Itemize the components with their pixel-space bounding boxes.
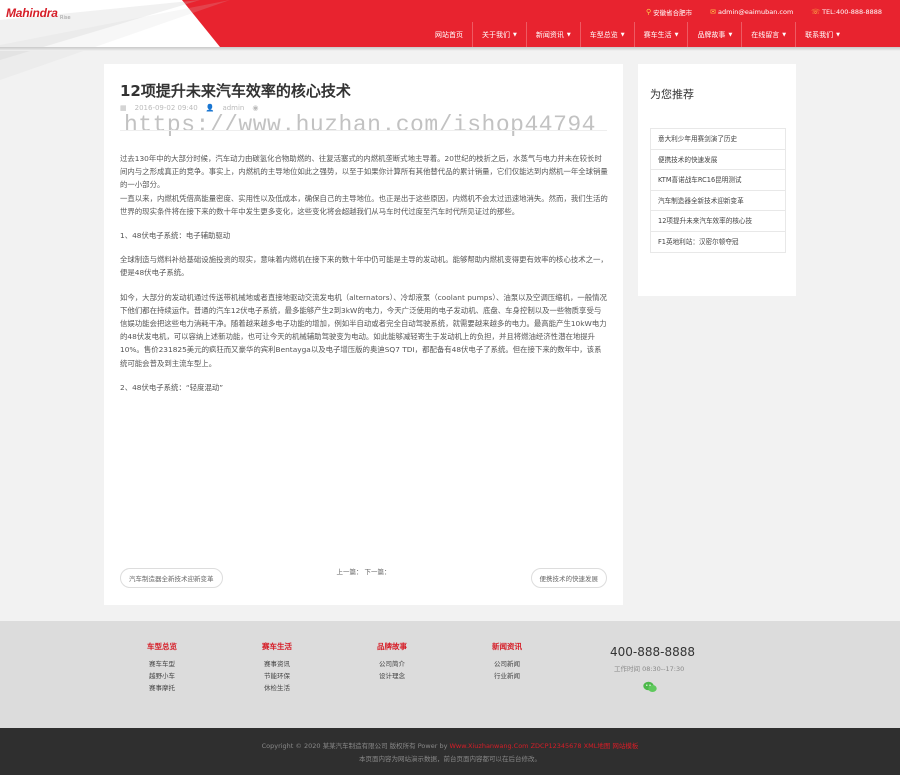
nav-about[interactable]: 关于我们 ▼	[472, 22, 526, 47]
nav-label: 新闻资讯	[535, 30, 564, 39]
map-pin-icon: ⚲	[645, 8, 652, 16]
footer-link[interactable]: 赛事摩托	[122, 682, 202, 694]
nav-message[interactable]: 在线留言 ▼	[741, 22, 795, 47]
list-item[interactable]: F1英地利站：汉密尔顿夺冠	[651, 232, 785, 253]
footer-phone: 400-888-8888	[610, 645, 696, 659]
article-body: 过去130年中的大部分时候，汽车动力由碳氢化合物助燃的、往复活塞式的内燃机垄断式…	[120, 152, 608, 405]
nav-label: 关于我们	[482, 30, 510, 39]
article-paragraph: 一直以来，内燃机凭借高能量密度、实用性以及低成本，确保自己的主导地位。也正是出于…	[120, 193, 608, 216]
article-subheading: 1、48伏电子系统：电子辅助驱动	[120, 231, 231, 241]
topbar-phone: ☏ TEL:400-888-8888	[811, 6, 882, 18]
article-subheading: 2、48伏电子系统：“轻度混动”	[120, 382, 224, 392]
article-date: 2016-09-02 09:40	[134, 104, 198, 112]
topbar: ⚲ 安徽省合肥市 ✉ admin@eaimuban.com ☏ TEL:400-…	[646, 6, 900, 18]
nav-label: 车型总览	[589, 30, 618, 39]
calendar-icon: ▦	[120, 104, 127, 112]
chevron-down-icon: ▼	[566, 31, 571, 38]
nav-label: 网站首页	[435, 30, 463, 39]
topbar-email[interactable]: ✉ admin@eaimuban.com	[710, 6, 793, 18]
wechat-icon[interactable]	[643, 681, 657, 696]
nav-label: 联系我们	[805, 30, 834, 39]
footer-column-brand: 品牌故事 公司简介 设计理念	[352, 641, 432, 682]
chevron-down-icon: ▼	[728, 31, 733, 38]
topbar-location-text: 安徽省合肥市	[653, 9, 693, 17]
header-shadow	[0, 47, 900, 51]
list-item[interactable]: 意大利少年用赛剑演了历史	[651, 129, 785, 150]
eye-icon: ◉	[252, 104, 259, 112]
footer-link[interactable]: 公司新闻	[467, 658, 547, 670]
nav-brand-story[interactable]: 品牌故事 ▼	[687, 22, 741, 47]
chevron-down-icon: ▼	[674, 31, 679, 38]
wechat-icon-svg	[643, 681, 657, 692]
list-item[interactable]: 便携技术的快速发展	[651, 150, 785, 170]
footer-link[interactable]: 行业新闻	[467, 670, 547, 682]
footer-column-racing: 赛车生活 赛事资讯 节能环保 休检生活	[237, 641, 317, 694]
footer-link[interactable]: 节能环保	[237, 670, 317, 682]
list-item[interactable]: KTM喜诺战车RC16昆明测试	[651, 170, 785, 191]
nav-news[interactable]: 新闻资讯 ▼	[525, 22, 580, 47]
article-author: admin	[222, 104, 245, 112]
footer-bottom-bar: Copyright © 2020 某某汽车制造有限公司 版权所有 Power b…	[0, 728, 900, 775]
prev-article-button[interactable]: 汽车制造器全新技术迎新变革	[120, 568, 223, 588]
watermark: https://www.huzhan.com/ishop44794	[124, 112, 596, 138]
footer-link[interactable]: 赛事资讯	[237, 658, 317, 670]
footer-column-title[interactable]: 新闻资讯	[467, 641, 547, 652]
nav-label: 在线留言	[751, 30, 780, 39]
topbar-location: ⚲ 安徽省合肥市	[646, 6, 692, 18]
footer-link[interactable]: 设计理念	[352, 670, 432, 682]
chevron-down-icon: ▼	[782, 31, 787, 38]
footer-link[interactable]: 休检生活	[237, 682, 317, 694]
article-paragraph: 如今，大部分的发动机通过传送带机械地或者直接地驱动交流发电机（alternato…	[120, 292, 607, 368]
footer-hours: 工作时间 08:30--17:30	[614, 665, 685, 673]
recommend-sidebar: 为您推荐 意大利少年用赛剑演了历史 便携技术的快速发展 KTM喜诺战车RC16昆…	[638, 64, 796, 296]
nav-label: 赛车生活	[643, 30, 672, 39]
list-item[interactable]: 12项提升未来汽车效率的核心技	[651, 211, 785, 232]
mail-icon: ✉	[710, 8, 716, 16]
topbar-email-text: admin@eaimuban.com	[718, 8, 794, 16]
footer-link[interactable]: 越野小车	[122, 670, 202, 682]
user-icon: 👤	[205, 104, 215, 112]
recommend-list: 意大利少年用赛剑演了历史 便携技术的快速发展 KTM喜诺战车RC16昆明测试 汽…	[650, 128, 786, 253]
nav-contact[interactable]: 联系我们 ▼	[795, 22, 849, 47]
title-divider	[120, 130, 607, 131]
brand-logo[interactable]: Mahindra	[6, 6, 58, 20]
copyright-link[interactable]: Www.Xiuzhanwang.Com ZDCP12345678 XML地图 网…	[450, 742, 639, 750]
article-meta: ▦ 2016-09-02 09:40 👤 admin ◉	[120, 104, 258, 112]
nav-models[interactable]: 车型总览 ▼	[579, 22, 634, 47]
article-title: 12项提升未来汽车效率的核心技术	[120, 82, 351, 100]
nav-racing-life[interactable]: 赛车生活 ▼	[633, 22, 688, 47]
site-footer: 车型总览 赛车车型 越野小车 赛事摩托 赛车生活 赛事资讯 节能环保 休检生活 …	[0, 621, 900, 728]
brand-tagline: Rise	[60, 15, 71, 21]
next-article-button[interactable]: 便携技术的快速发展	[530, 568, 607, 588]
phone-icon: ☏	[811, 8, 821, 16]
main-nav: 网站首页 关于我们 ▼ 新闻资讯 ▼ 车型总览 ▼ 赛车生活 ▼ 品牌故事 ▼ 在线留言 ▼…	[426, 22, 849, 47]
article-panel: 12项提升未来汽车效率的核心技术 ▦ 2016-09-02 09:40 👤 ad…	[104, 64, 623, 605]
disclaimer-text: 本页面内容为网站演示数据，前台页面内容都可以在后台修改。	[359, 755, 541, 763]
footer-column-title[interactable]: 品牌故事	[352, 641, 432, 652]
chevron-down-icon: ▼	[513, 31, 517, 38]
sidebar-title: 为您推荐	[650, 88, 694, 101]
footer-link[interactable]: 公司简介	[352, 658, 432, 670]
chevron-down-icon: ▼	[620, 31, 625, 38]
topbar-phone-text: TEL:400-888-8888	[822, 8, 882, 16]
nav-home[interactable]: 网站首页	[426, 22, 472, 47]
copyright-line: Copyright © 2020 某某汽车制造有限公司 版权所有 Power b…	[0, 740, 900, 750]
footer-column-title[interactable]: 车型总览	[122, 641, 202, 652]
footer-column-models: 车型总览 赛车车型 越野小车 赛事摩托	[122, 641, 202, 694]
article-paragraph: 过去130年中的大部分时候，汽车动力由碳氢化合物助燃的、往复活塞式的内燃机垄断式…	[120, 154, 608, 190]
footer-link[interactable]: 赛车车型	[122, 658, 202, 670]
copyright-text: Copyright © 2020 某某汽车制造有限公司 版权所有 Power b…	[261, 742, 448, 750]
footer-column-news: 新闻资讯 公司新闻 行业新闻	[467, 641, 547, 682]
chevron-down-icon: ▼	[836, 31, 841, 38]
nav-label: 品牌故事	[697, 30, 726, 39]
site-header: Mahindra Rise ⚲ 安徽省合肥市 ✉ admin@eaimuban.…	[0, 0, 900, 80]
footer-column-title[interactable]: 赛车生活	[237, 641, 317, 652]
list-item[interactable]: 汽车制造器全新技术迎新变革	[651, 191, 785, 211]
article-paragraph: 全球制造与燃料补给基础设施投资的现实，意味着内燃机在接下来的数十年中仍可能是主导…	[120, 255, 608, 278]
